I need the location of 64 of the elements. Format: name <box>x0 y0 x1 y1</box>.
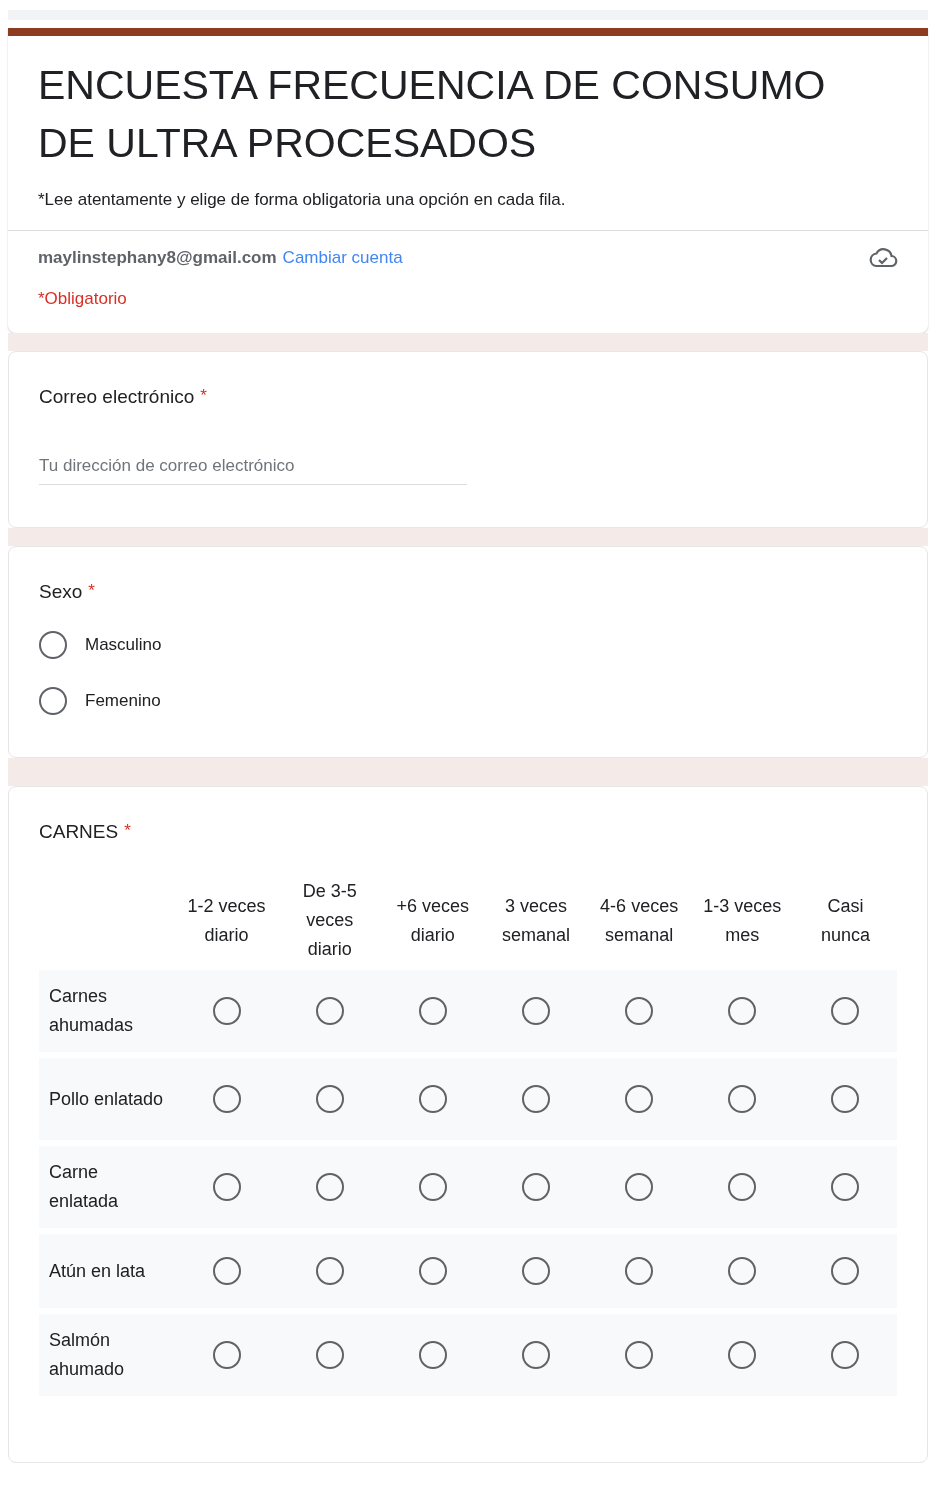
radio-button[interactable] <box>728 1257 757 1285</box>
radio-button[interactable] <box>831 1257 860 1285</box>
row-label: Pollo enlatado <box>39 1058 175 1140</box>
radio-button[interactable] <box>831 1085 860 1113</box>
row-label: Carnes ahumadas <box>39 970 175 1052</box>
required-mark: * <box>124 821 131 842</box>
form-description: *Lee atentamente y elige de forma obligatoria una opción en cada fila. <box>38 190 567 210</box>
radio-button[interactable] <box>522 997 550 1025</box>
radio-button[interactable] <box>728 1341 757 1369</box>
radio-button[interactable] <box>418 1173 447 1201</box>
row-label: Atún en lata <box>39 1234 175 1308</box>
radio-button[interactable] <box>315 1085 344 1113</box>
radio-button[interactable] <box>625 1257 654 1285</box>
column-header: 4-6 veces semanal <box>599 894 680 947</box>
cloud-check-icon <box>868 247 898 269</box>
radio-button[interactable] <box>212 1173 241 1201</box>
radio-button[interactable] <box>418 1257 447 1285</box>
radio-button[interactable] <box>315 997 344 1025</box>
radio-button[interactable] <box>212 1085 241 1113</box>
column-header: 3 veces semanal <box>500 894 571 947</box>
form-title: ENCUESTA FRECUENCIA DE CONSUMO DE ULTRA PROCESADOS <box>38 61 827 168</box>
required-mark: * <box>88 581 95 602</box>
radio-button[interactable] <box>522 1173 550 1201</box>
radio-button[interactable] <box>315 1257 344 1285</box>
radio-button[interactable] <box>831 997 860 1025</box>
column-header: +6 veces diario <box>395 894 471 947</box>
row-label: Carne enlatada <box>39 1146 175 1228</box>
row-label: Salmón ahumado <box>39 1314 175 1396</box>
column-header: 1-2 veces diario <box>186 894 267 947</box>
question-title: CARNES <box>39 821 119 843</box>
radio-button[interactable] <box>522 1257 550 1285</box>
radio-button[interactable] <box>212 1341 241 1369</box>
required-note: *Obligatorio <box>38 289 128 309</box>
radio-button[interactable] <box>522 1085 550 1113</box>
switch-account-link[interactable]: Cambiar cuenta <box>282 248 403 268</box>
radio-button[interactable] <box>625 997 654 1025</box>
radio-button[interactable] <box>315 1341 344 1369</box>
question-title: Correo electrónico <box>39 386 195 408</box>
email-field[interactable]: Tu dirección de correo electrónico <box>39 456 467 485</box>
account-email: maylinstephany8@gmail.com <box>38 248 277 268</box>
radio-button[interactable] <box>418 1341 447 1369</box>
option-label: Femenino <box>85 691 161 711</box>
column-header: 1-3 veces mes <box>702 894 783 947</box>
radio-button[interactable] <box>625 1173 654 1201</box>
radio-button[interactable] <box>728 997 757 1025</box>
radio-button[interactable] <box>418 1085 447 1113</box>
column-header: De 3-5 veces diario <box>301 880 358 961</box>
radio-button[interactable] <box>212 997 241 1025</box>
radio-button[interactable] <box>315 1173 344 1201</box>
question-title: Sexo <box>39 581 83 603</box>
radio-button[interactable] <box>728 1173 757 1201</box>
radio-button[interactable] <box>212 1257 241 1285</box>
radio-button[interactable] <box>831 1341 860 1369</box>
radio-button[interactable] <box>625 1341 654 1369</box>
radio-button[interactable] <box>625 1085 654 1113</box>
radio-button[interactable] <box>831 1173 860 1201</box>
radio-button[interactable] <box>418 997 447 1025</box>
radio-button[interactable] <box>522 1341 550 1369</box>
radio-button[interactable] <box>39 631 67 659</box>
required-mark: * <box>200 386 207 407</box>
option-label: Masculino <box>85 635 162 655</box>
radio-button[interactable] <box>728 1085 757 1113</box>
column-header: Casi nunca <box>819 894 871 947</box>
radio-button[interactable] <box>39 687 67 715</box>
